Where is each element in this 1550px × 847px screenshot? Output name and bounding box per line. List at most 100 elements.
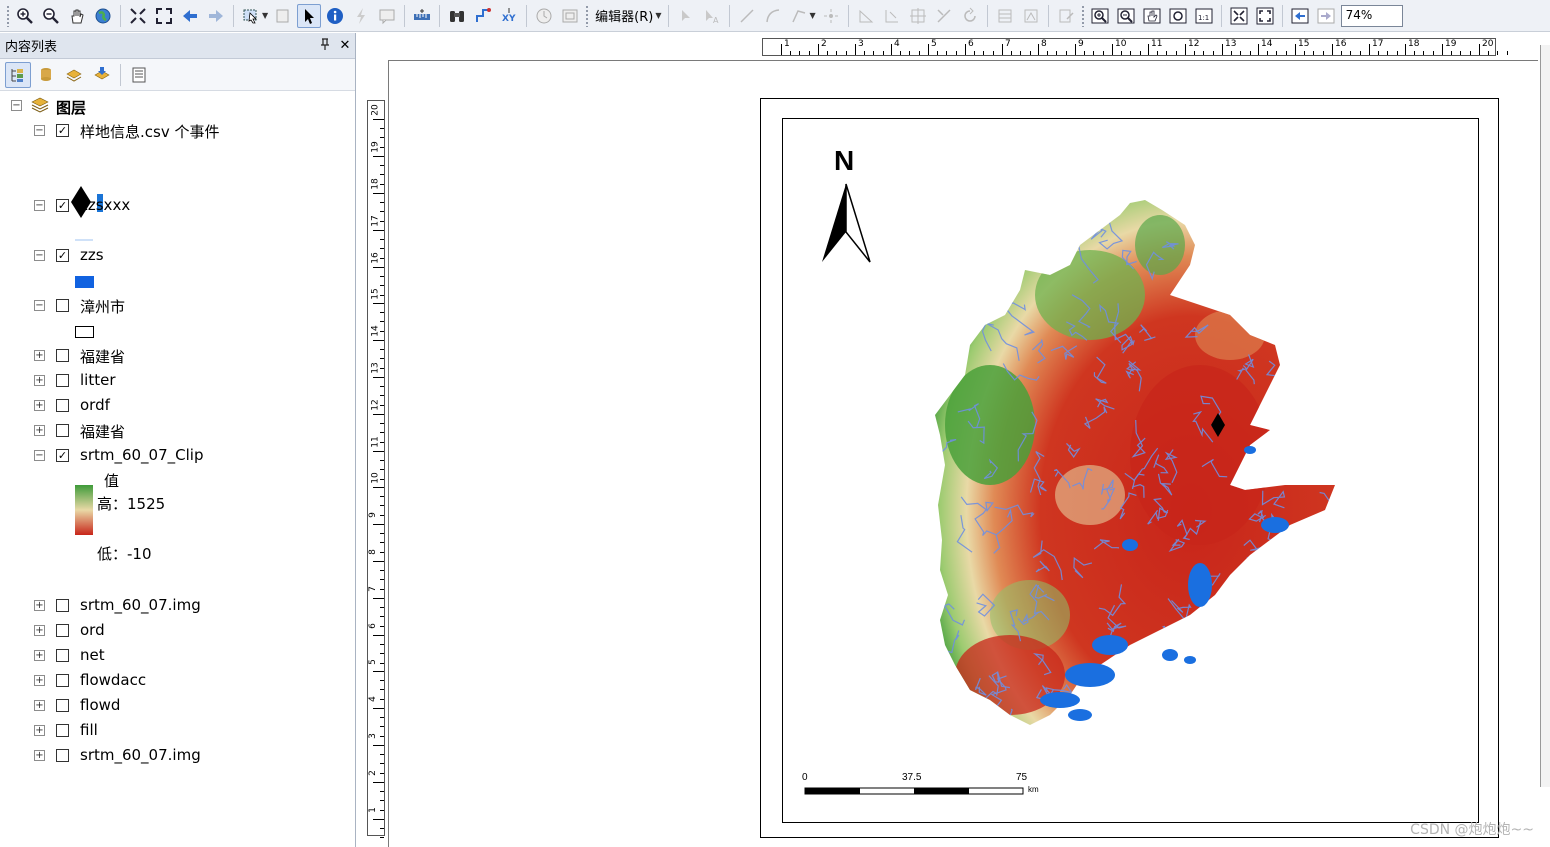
zoom-whole-page-icon[interactable] xyxy=(1166,4,1190,28)
find-binoculars-icon[interactable] xyxy=(445,4,469,28)
layer-visibility-checkbox[interactable]: ✓ xyxy=(56,124,69,137)
clear-selection-icon[interactable] xyxy=(271,4,295,28)
layer-visibility-checkbox[interactable] xyxy=(56,699,69,712)
toolbar-grip[interactable] xyxy=(6,4,10,27)
collapse-icon[interactable]: − xyxy=(34,125,45,136)
list-by-source-icon[interactable] xyxy=(33,62,59,88)
expand-icon[interactable]: + xyxy=(34,675,45,686)
create-viewer-icon[interactable] xyxy=(558,4,582,28)
rotate-icon[interactable] xyxy=(958,4,982,28)
layer-visibility-checkbox[interactable]: ✓ xyxy=(56,199,69,212)
layer-visibility-checkbox[interactable] xyxy=(56,674,69,687)
fixed-zoom-in-icon[interactable] xyxy=(126,4,150,28)
ruler-minor-tick xyxy=(380,533,384,534)
vertical-ruler[interactable]: 20 19 18 17 16 15 14 13 12 11 10 9 8 7 6 5 4 3 2 1 xyxy=(367,100,385,838)
close-icon[interactable]: ✕ xyxy=(335,38,355,53)
fixed-zoom-out-layout-icon[interactable] xyxy=(1253,4,1277,28)
layer-visibility-checkbox[interactable] xyxy=(56,599,69,612)
previous-extent-layout-icon[interactable] xyxy=(1288,4,1312,28)
expand-icon[interactable]: + xyxy=(34,700,45,711)
attributes-table-icon[interactable] xyxy=(993,4,1017,28)
identify-info-icon[interactable] xyxy=(323,4,347,28)
zoom-percent-combo[interactable]: 74% xyxy=(1340,4,1403,27)
layer-visibility-checkbox[interactable] xyxy=(56,424,69,437)
expand-icon[interactable]: + xyxy=(34,650,45,661)
collapse-icon[interactable]: − xyxy=(34,300,45,311)
editor-dropdown-arrow[interactable]: ▼ xyxy=(655,11,661,20)
sketch-properties-icon[interactable] xyxy=(1019,4,1043,28)
cut-polygons-icon[interactable] xyxy=(906,4,930,28)
layer-visibility-checkbox[interactable] xyxy=(56,349,69,362)
fixed-zoom-in-layout-icon[interactable] xyxy=(1227,4,1251,28)
end-point-arc-icon[interactable] xyxy=(761,4,785,28)
list-by-visibility-icon[interactable] xyxy=(61,62,87,88)
fixed-zoom-out-icon[interactable] xyxy=(152,4,176,28)
forward-arrow-icon[interactable] xyxy=(204,4,228,28)
pin-icon[interactable] xyxy=(315,37,335,54)
toc-options-icon[interactable] xyxy=(126,62,152,88)
horizontal-ruler[interactable]: 1 2 3 4 5 6 7 8 9 10 11 12 13 14 15 16 17 18 19 20 xyxy=(762,38,1508,56)
ruler-minor-tick xyxy=(380,800,384,801)
select-elements-pointer-icon[interactable] xyxy=(297,3,322,28)
layer-visibility-checkbox[interactable] xyxy=(56,749,69,762)
edit-annotation-icon[interactable]: A xyxy=(700,4,724,28)
layout-zoom-in-icon[interactable] xyxy=(1088,4,1112,28)
expand-icon[interactable]: + xyxy=(34,350,45,361)
collapse-icon[interactable]: − xyxy=(11,100,22,111)
north-arrow-icon[interactable] xyxy=(820,182,872,266)
layer-visibility-checkbox[interactable]: ✓ xyxy=(56,249,69,262)
layer-visibility-checkbox[interactable]: ✓ xyxy=(56,449,69,462)
edit-vertices-icon[interactable] xyxy=(854,4,878,28)
collapse-icon[interactable]: − xyxy=(34,200,45,211)
layer-visibility-checkbox[interactable] xyxy=(56,624,69,637)
pan-hand-icon[interactable] xyxy=(65,4,89,28)
list-by-selection-icon[interactable] xyxy=(89,62,115,88)
find-route-icon[interactable] xyxy=(471,4,495,28)
select-features-icon[interactable] xyxy=(239,4,263,28)
edit-tool-icon[interactable] xyxy=(674,4,698,28)
layer-visibility-checkbox[interactable] xyxy=(56,649,69,662)
point-icon[interactable] xyxy=(819,4,843,28)
editor-menu[interactable]: 编辑器(R) xyxy=(591,6,657,25)
zoom-out-icon[interactable] xyxy=(39,4,63,28)
create-features-icon[interactable] xyxy=(1054,4,1078,28)
zoom-100-percent-icon[interactable]: 1:1 xyxy=(1192,4,1216,28)
next-extent-layout-icon[interactable] xyxy=(1314,4,1338,28)
full-extent-globe-icon[interactable] xyxy=(91,4,115,28)
scale-bar-icon[interactable] xyxy=(804,786,1026,798)
map-dem-raster[interactable] xyxy=(930,195,1350,740)
ruler-minor-tick xyxy=(1267,51,1268,55)
back-arrow-icon[interactable] xyxy=(178,4,202,28)
reshape-icon[interactable] xyxy=(880,4,904,28)
layer-visibility-checkbox[interactable] xyxy=(56,374,69,387)
vertical-scrollbar[interactable] xyxy=(1540,45,1550,787)
toolbar-grip-2[interactable] xyxy=(585,4,590,27)
collapse-icon[interactable]: − xyxy=(34,250,45,261)
layer-visibility-checkbox[interactable] xyxy=(56,399,69,412)
layer-visibility-checkbox[interactable] xyxy=(56,724,69,737)
expand-icon[interactable]: + xyxy=(34,625,45,636)
expand-icon[interactable]: + xyxy=(34,600,45,611)
expand-icon[interactable]: + xyxy=(34,375,45,386)
layout-zoom-out-icon[interactable] xyxy=(1114,4,1138,28)
layout-pan-icon[interactable] xyxy=(1140,4,1164,28)
goto-xy-icon[interactable]: XY xyxy=(497,4,521,28)
html-popup-icon[interactable] xyxy=(375,4,399,28)
straight-segment-icon[interactable] xyxy=(735,4,759,28)
trace-icon[interactable] xyxy=(787,4,811,28)
expand-icon[interactable]: + xyxy=(34,725,45,736)
expand-icon[interactable]: + xyxy=(34,400,45,411)
zoom-in-icon[interactable] xyxy=(13,4,37,28)
collapse-icon[interactable]: − xyxy=(34,450,45,461)
layer-visibility-checkbox[interactable] xyxy=(56,299,69,312)
ruler-minor-tick xyxy=(380,165,384,166)
hyperlink-bolt-icon[interactable] xyxy=(349,4,373,28)
time-slider-icon[interactable] xyxy=(532,4,556,28)
expand-icon[interactable]: + xyxy=(34,750,45,761)
toolbar-grip-3[interactable] xyxy=(1080,4,1085,27)
split-icon[interactable] xyxy=(932,4,956,28)
measure-ruler-icon[interactable] xyxy=(410,4,434,28)
ruler-tick xyxy=(373,193,384,194)
expand-icon[interactable]: + xyxy=(34,425,45,436)
list-by-drawing-order-icon[interactable] xyxy=(5,61,31,88)
